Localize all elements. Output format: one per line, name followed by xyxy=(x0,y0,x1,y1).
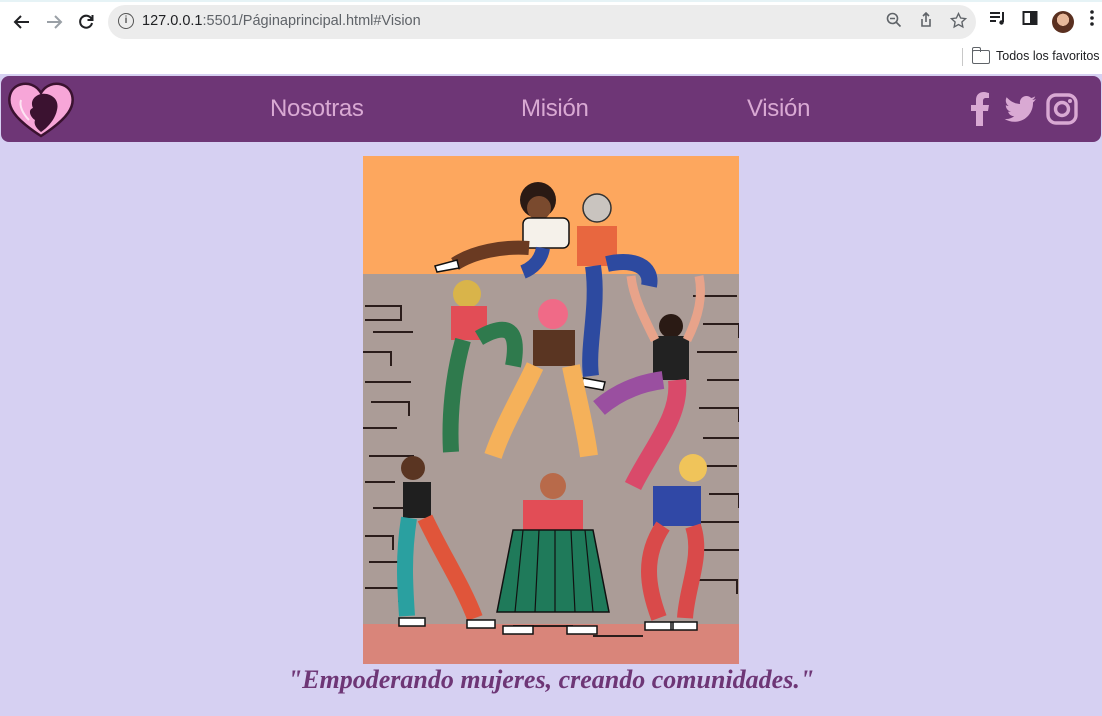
back-button[interactable] xyxy=(8,8,36,36)
url-host: 127.0.0.1 xyxy=(142,13,203,29)
forward-button[interactable] xyxy=(40,8,68,36)
tagline: "Empoderando mujeres, creando comunidade… xyxy=(287,665,815,694)
tab-strip-edge xyxy=(0,0,1102,2)
url-path: :5501/Páginaprincipal.html#Vision xyxy=(202,13,421,29)
profile-avatar[interactable] xyxy=(1052,11,1074,33)
hero-illustration xyxy=(363,156,739,664)
forward-arrow-icon xyxy=(47,15,63,29)
folder-icon xyxy=(972,47,990,64)
url-text[interactable]: 127.0.0.1:5501/Páginaprincipal.html#Visi… xyxy=(142,13,421,29)
reload-button[interactable] xyxy=(72,8,100,36)
all-bookmarks-link[interactable]: Todos los favoritos xyxy=(996,49,1100,63)
zoom-icon[interactable] xyxy=(884,12,904,32)
twitter-icon[interactable] xyxy=(1003,92,1037,126)
instagram-icon[interactable] xyxy=(1046,92,1078,126)
side-panel-icon[interactable] xyxy=(1019,10,1041,32)
media-queue-icon[interactable] xyxy=(987,10,1009,32)
nav-link-nosotras[interactable]: Nosotras xyxy=(270,95,364,123)
kebab-menu-icon[interactable] xyxy=(1085,10,1099,32)
address-bar[interactable]: i 127.0.0.1:5501/Páginaprincipal.html#Vi… xyxy=(108,5,976,39)
nav-link-mision[interactable]: Misión xyxy=(521,95,589,123)
site-navbar: Nosotras Misión Visión xyxy=(1,76,1101,142)
back-arrow-icon xyxy=(13,15,29,29)
heart-woman-logo-icon[interactable] xyxy=(7,80,75,140)
bookmarks-separator xyxy=(962,48,963,66)
nav-link-vision[interactable]: Visión xyxy=(747,95,810,123)
star-icon[interactable] xyxy=(948,11,968,32)
share-icon[interactable] xyxy=(916,11,936,32)
info-icon[interactable]: i xyxy=(118,13,134,29)
reload-icon xyxy=(79,14,94,29)
browser-chrome: i 127.0.0.1:5501/Páginaprincipal.html#Vi… xyxy=(0,0,1102,74)
facebook-icon[interactable] xyxy=(969,92,991,126)
